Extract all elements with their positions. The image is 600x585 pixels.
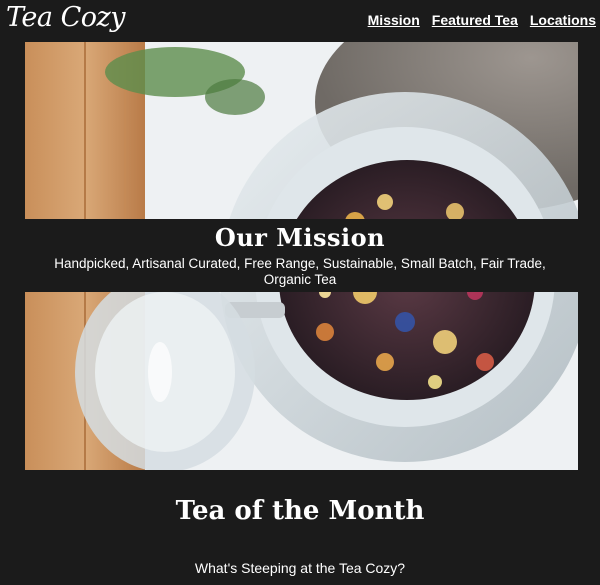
tea-of-month-subtitle: What's Steeping at the Tea Cozy? (194, 560, 406, 576)
nav-link-locations[interactable]: Locations (530, 12, 596, 28)
site-logo[interactable]: Tea Cozy (6, 2, 125, 33)
site-header: Tea Cozy Mission Featured Tea Locations (0, 0, 600, 40)
main-nav: Mission Featured Tea Locations (368, 12, 596, 28)
nav-link-mission[interactable]: Mission (368, 12, 420, 28)
mission-statement: Handpicked, Artisanal Curated, Free Rang… (54, 256, 546, 287)
nav-link-featured-tea[interactable]: Featured Tea (432, 12, 518, 28)
mission-title: Our Mission (214, 223, 386, 252)
mission-section: Our Mission Handpicked, Artisanal Curate… (0, 219, 600, 292)
tea-of-month-title: Tea of the Month (175, 496, 425, 526)
